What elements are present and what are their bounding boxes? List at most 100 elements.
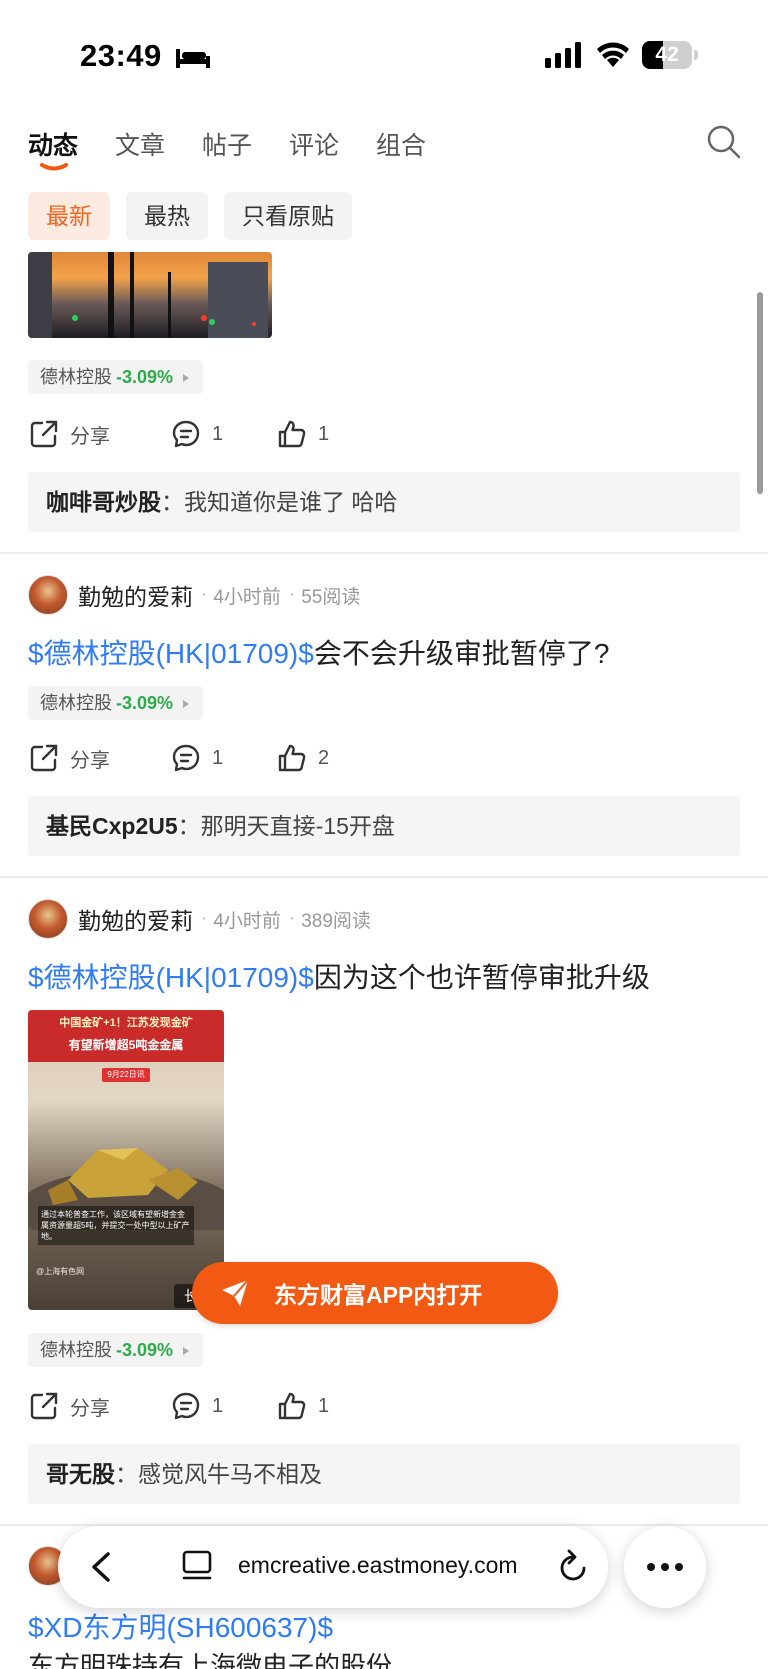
tab-posts[interactable]: 帖子	[202, 126, 252, 162]
author-row[interactable]: 勤勉的爱莉 · 4小时前 · 389阅读	[28, 898, 371, 940]
chevron-left-icon	[92, 1552, 110, 1582]
open-in-app-button[interactable]: 东方财富APP内打开	[192, 1262, 558, 1324]
like-count: 1	[318, 1394, 330, 1417]
author-name[interactable]: 勤勉的爱莉	[78, 578, 193, 612]
thumbs-up-icon	[278, 744, 306, 772]
post-title[interactable]: $德林控股(HK|01709)$因为这个也许暂停审批升级	[28, 956, 740, 996]
share-icon	[30, 744, 58, 772]
share-button[interactable]: 分享	[28, 1386, 110, 1426]
share-button[interactable]: 分享	[28, 414, 110, 454]
app-logo-icon	[222, 1279, 249, 1306]
like-button[interactable]: 1	[276, 414, 329, 454]
like-count: 2	[318, 746, 330, 769]
comment-button[interactable]: 1	[170, 1386, 223, 1426]
share-label: 分享	[70, 749, 110, 772]
post-title[interactable]: $德林控股(HK|01709)$会不会升级审批暂停了?	[28, 632, 740, 672]
filter-original-only[interactable]: 只看原贴	[224, 192, 352, 240]
hot-comment[interactable]: 咖啡哥炒股：我知道你是谁了 哈哈	[28, 472, 740, 532]
stock-tag-change: -3.09%	[116, 367, 174, 387]
stock-link[interactable]: $德林控股(HK|01709)$	[28, 638, 314, 669]
open-in-app-label: 东方财富APP内打开	[274, 1282, 483, 1308]
post-title-text: 会不会升级审批暂停了?	[313, 638, 610, 669]
share-icon	[30, 420, 58, 448]
divider	[0, 552, 768, 554]
stock-link[interactable]: $XD东方明(SH600637)$	[28, 1606, 333, 1646]
avatar[interactable]	[28, 899, 68, 939]
stock-tag-name: 德林控股	[40, 1340, 112, 1360]
tab-comments[interactable]: 评论	[289, 126, 339, 162]
post-time: 4小时前	[213, 910, 281, 932]
signal-icon	[545, 42, 581, 68]
read-count: 55阅读	[301, 586, 361, 608]
reload-icon[interactable]	[556, 1548, 590, 1584]
stock-tag[interactable]: 德林控股 -3.09%	[28, 360, 204, 394]
post-actions: 分享 1 1	[28, 414, 428, 454]
comment-button[interactable]: 1	[170, 738, 223, 778]
url-text[interactable]: emcreative.eastmoney.com	[238, 1552, 518, 1579]
status-time: 23:49	[80, 38, 162, 73]
hot-comment[interactable]: 哥无股：感觉风牛马不相及	[28, 1444, 740, 1504]
active-tab-indicator	[40, 163, 68, 171]
post-image[interactable]: 中国金矿+1！江苏发现金矿 有望新增超5吨金金属 9月22日讯 通过本轮普查工作…	[28, 1010, 224, 1310]
meta-dot: ·	[201, 584, 208, 605]
tabs-icon[interactable]	[180, 1548, 214, 1582]
chevron-right-icon	[183, 374, 190, 383]
comment-button[interactable]: 1	[170, 414, 223, 454]
stock-tag-name: 德林控股	[40, 693, 112, 713]
image-source: @上海有色网	[36, 1267, 85, 1276]
thumbs-up-icon	[278, 1392, 306, 1420]
read-count: 389阅读	[301, 910, 371, 932]
thumbs-up-icon	[278, 420, 306, 448]
author-row[interactable]: 勤勉的爱莉 · 4小时前 · 55阅读	[28, 574, 360, 616]
filter-hottest[interactable]: 最热	[126, 192, 208, 240]
search-icon[interactable]	[706, 124, 742, 160]
status-bar: 23:49 42	[0, 0, 768, 110]
battery-level: 42	[655, 43, 679, 66]
comment-separator: ：	[177, 813, 201, 839]
tab-bar: 动态 文章 帖子 评论 组合	[0, 118, 768, 174]
comment-text: 那明天直接-15开盘	[200, 813, 395, 839]
divider	[0, 876, 768, 878]
comment-text: 我知道你是谁了 哈哈	[184, 489, 398, 515]
wifi-icon	[597, 42, 629, 67]
post-actions: 分享 1 1	[28, 1386, 428, 1426]
image-date: 9月22日讯	[102, 1068, 150, 1082]
hot-comment[interactable]: 基民Cxp2U5：那明天直接-15开盘	[28, 796, 740, 856]
post-image[interactable]	[28, 252, 272, 338]
comment-user: 哥无股	[46, 1461, 115, 1487]
tab-dynamic[interactable]: 动态	[28, 126, 78, 162]
comment-icon	[172, 420, 200, 448]
filter-latest[interactable]: 最新	[28, 192, 110, 240]
tab-portfolio[interactable]: 组合	[376, 126, 426, 162]
meta-dot: ·	[288, 584, 296, 605]
filter-row: 最新 最热 只看原贴	[0, 192, 768, 248]
comment-separator: ：	[115, 1461, 138, 1487]
tab-articles[interactable]: 文章	[115, 126, 165, 162]
like-button[interactable]: 2	[276, 738, 329, 778]
post-actions: 分享 1 2	[28, 738, 428, 778]
share-label: 分享	[70, 1397, 110, 1420]
share-button[interactable]: 分享	[28, 738, 110, 778]
stock-tag-change: -3.09%	[116, 693, 174, 713]
scrollbar[interactable]	[757, 292, 763, 494]
image-subheadline: 有望新增超5吨金金属	[68, 1038, 184, 1052]
comment-count: 1	[212, 746, 224, 769]
more-button[interactable]	[624, 1526, 706, 1608]
like-button[interactable]: 1	[276, 1386, 329, 1426]
comment-icon	[172, 744, 200, 772]
meta-dot: ·	[288, 908, 296, 929]
comment-icon	[172, 1392, 200, 1420]
like-count: 1	[318, 422, 330, 445]
back-button[interactable]	[62, 1528, 140, 1606]
stock-tag[interactable]: 德林控股 -3.09%	[28, 1333, 204, 1367]
share-icon	[30, 1392, 58, 1420]
post-time: 4小时前	[213, 586, 281, 608]
avatar[interactable]	[28, 575, 68, 615]
comment-user: 咖啡哥炒股	[46, 489, 161, 515]
author-name[interactable]: 勤勉的爱莉	[78, 902, 193, 936]
chevron-right-icon	[183, 700, 190, 709]
stock-link[interactable]: $德林控股(HK|01709)$	[28, 962, 314, 993]
stock-tag[interactable]: 德林控股 -3.09%	[28, 686, 204, 720]
battery-icon: 42	[642, 41, 698, 69]
share-label: 分享	[70, 425, 110, 448]
